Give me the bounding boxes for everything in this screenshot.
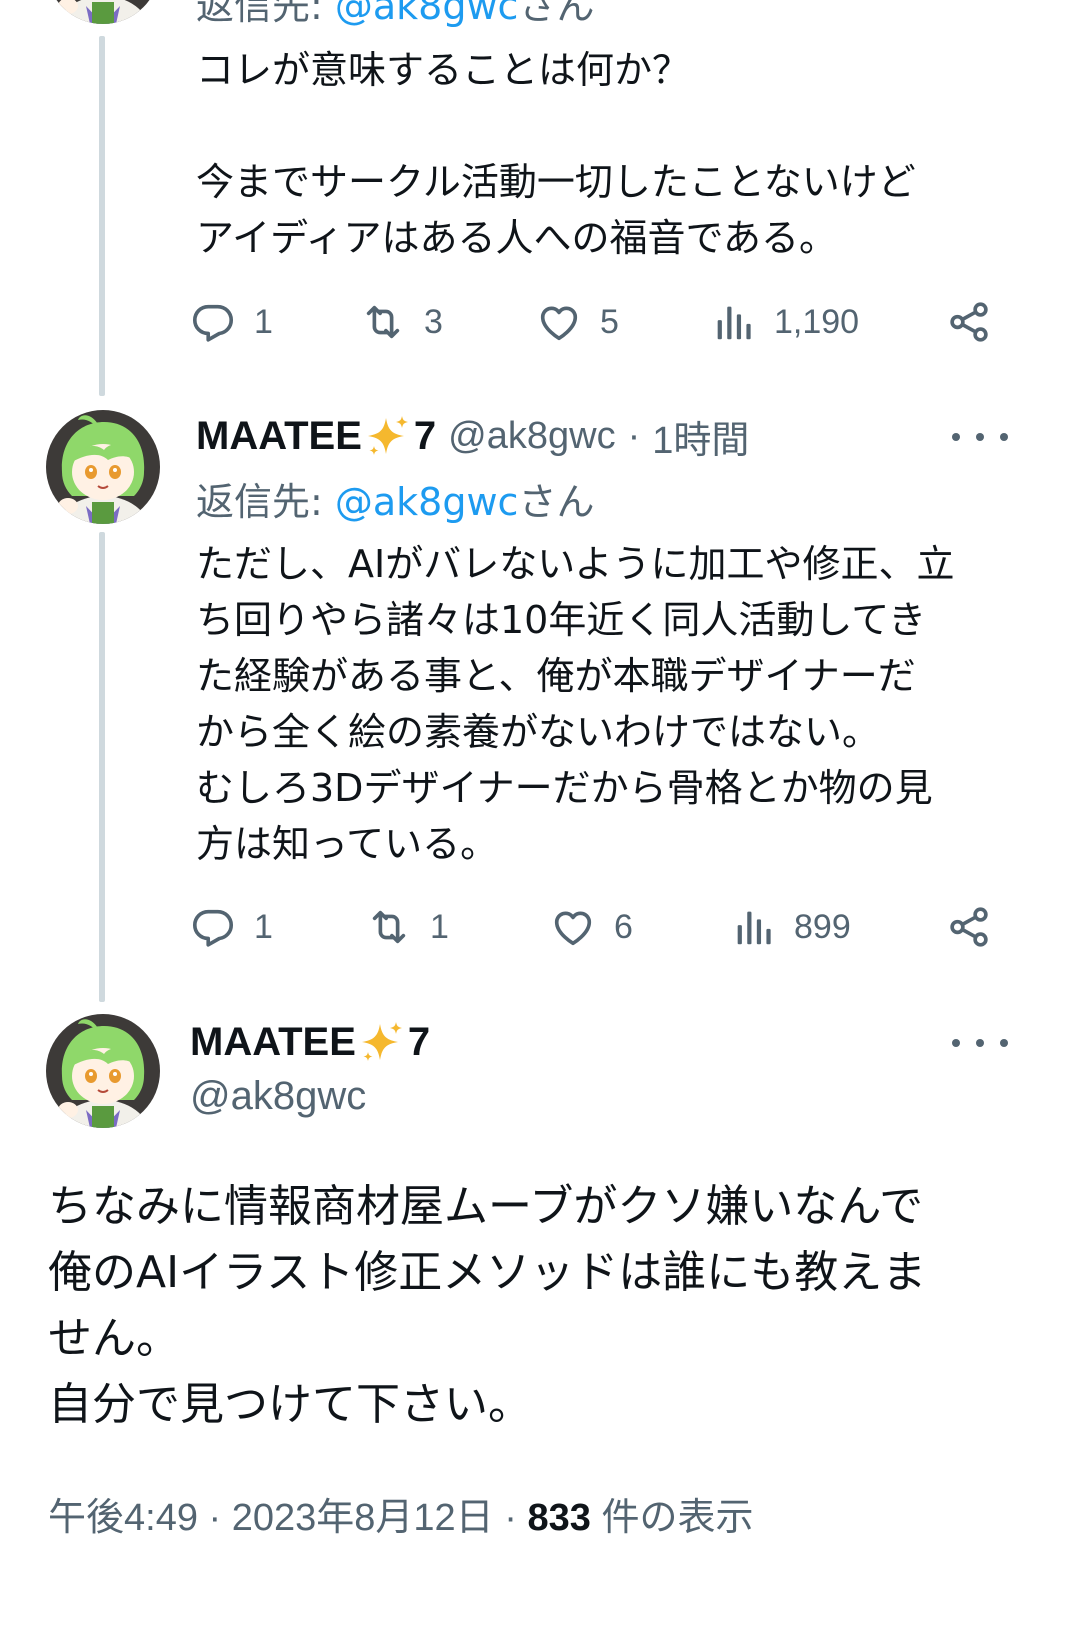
repost-icon	[366, 904, 412, 950]
reply-icon	[190, 299, 236, 345]
main-tweet-header: MAATEE 7	[190, 1014, 430, 1070]
share-button[interactable]	[946, 292, 992, 352]
display-name-suffix: 7	[407, 1019, 431, 1064]
more-dot	[1000, 433, 1008, 441]
tweet-text-line: 自分で見つけて下さい。	[48, 1379, 532, 1430]
tweet-text-line: コレが意味することは何か？	[196, 48, 691, 92]
reply-to-handle-link[interactable]: @ak8gwc	[335, 0, 519, 28]
repost-count: 1	[430, 907, 449, 946]
tweet-text-line: た経験がある事と、俺が本職デザイナーだ	[196, 654, 916, 698]
reply-to-label: 返信先: @ak8gwcさん	[196, 0, 594, 32]
tweet-text-line: 俺のAIイラスト修正メソッドは誰にも教えま	[48, 1247, 927, 1298]
main-tweet-text: ちなみに情報商材屋ムーブがクソ嫌いなんで 俺のAIイラスト修正メソッドは誰にも教…	[48, 1174, 1038, 1438]
views-total[interactable]: 833	[527, 1497, 590, 1539]
reply-button[interactable]: 1	[190, 292, 273, 352]
tweet-meta: 午後4:49 · 2023年8月12日 · 833 件の表示	[48, 1490, 753, 1546]
avatar[interactable]	[46, 0, 160, 24]
tweet-action-bar: 1 1 6 899	[0, 897, 1080, 957]
share-icon	[946, 299, 992, 345]
repost-count: 3	[424, 302, 443, 341]
reply-to-prefix: 返信先:	[196, 480, 335, 524]
display-name[interactable]: MAATEE	[190, 1020, 356, 1065]
tweet-text-line: 今までサークル活動一切したことないけど	[196, 160, 916, 204]
views-icon	[710, 299, 756, 345]
reply-button[interactable]: 1	[190, 897, 273, 957]
post-date[interactable]: 2023年8月12日	[232, 1497, 494, 1539]
reply-icon	[190, 904, 236, 950]
handle[interactable]: @ak8gwc	[448, 415, 615, 458]
separator-dot: ·	[627, 414, 641, 457]
display-name[interactable]: MAATEE	[196, 414, 362, 459]
heart-icon	[536, 299, 582, 345]
tweet-text-line: 方は知っている。	[196, 822, 499, 866]
reply-to-label: 返信先: @ak8gwcさん	[196, 476, 594, 528]
like-count: 5	[600, 302, 619, 341]
reply-to-suffix: さん	[518, 480, 595, 524]
tweet-text-line: むしろ3Dデザイナーだから骨格とか物の見	[196, 766, 933, 810]
heart-icon	[550, 904, 596, 950]
post-time[interactable]: 午後4:49	[48, 1497, 198, 1539]
like-count: 6	[614, 907, 633, 946]
more-icon[interactable]	[952, 422, 1008, 452]
repost-button[interactable]: 3	[360, 292, 443, 352]
more-dot	[976, 1039, 984, 1047]
like-button[interactable]: 5	[536, 292, 619, 352]
tweet-text-line: ただし、AIがバレないように加工や修正、立	[196, 542, 955, 586]
share-icon	[946, 904, 992, 950]
like-button[interactable]: 6	[550, 897, 633, 957]
tweet-text-line: ちなみに情報商材屋ムーブがクソ嫌いなんで	[48, 1181, 924, 1232]
reply-count: 1	[254, 302, 273, 341]
views-button[interactable]: 899	[730, 897, 851, 957]
repost-icon	[360, 299, 406, 345]
views-icon	[730, 904, 776, 950]
sparkle-icon	[358, 1018, 406, 1066]
tweet-thread: 返信先: @ak8gwcさん コレが意味することは何か？ 今までサークル活動一切…	[0, 0, 1080, 1625]
repost-button[interactable]: 1	[366, 897, 449, 957]
timestamp[interactable]: 1時間	[652, 409, 749, 464]
views-count: 1,190	[774, 302, 860, 341]
separator-dot: ·	[504, 1497, 528, 1539]
tweet-text: コレが意味することは何か？ 今までサークル活動一切したことないけど アイディアは…	[196, 42, 1046, 266]
more-dot	[952, 433, 960, 441]
views-label: 件の表示	[601, 1497, 754, 1539]
sparkle-icon	[364, 412, 412, 460]
more-dot	[976, 433, 984, 441]
share-button[interactable]	[946, 897, 992, 957]
reply-to-handle-link[interactable]: @ak8gwc	[335, 480, 519, 524]
views-count: 899	[794, 907, 851, 946]
reply-to-suffix: さん	[518, 0, 595, 28]
display-name-suffix: 7	[413, 413, 437, 458]
tweet-text-line: ち回りやら諸々は10年近く同人活動してき	[196, 598, 927, 642]
reply-to-prefix: 返信先:	[196, 0, 335, 28]
tweet-action-bar: 1 3 5 1,190	[0, 292, 1080, 352]
tweet-text-line: から全く絵の素養がないわけではない。	[196, 710, 881, 754]
views-button[interactable]: 1,190	[710, 292, 859, 352]
more-icon[interactable]	[952, 1028, 1008, 1058]
tweet-header: MAATEE 7 @ak8gwc · 1時間	[196, 408, 749, 464]
handle[interactable]: @ak8gwc	[190, 1068, 366, 1124]
tweet-text-line: せん。	[48, 1313, 180, 1364]
tweet-text-line: アイディアはある人への福音である。	[196, 216, 838, 260]
separator-dot: ·	[208, 1497, 232, 1539]
avatar[interactable]	[46, 1014, 160, 1128]
avatar[interactable]	[46, 410, 160, 524]
more-dot	[952, 1039, 960, 1047]
more-dot	[1000, 1039, 1008, 1047]
reply-count: 1	[254, 907, 273, 946]
tweet-text: ただし、AIがバレないように加工や修正、立 ち回りやら諸々は10年近く同人活動し…	[196, 536, 1046, 872]
